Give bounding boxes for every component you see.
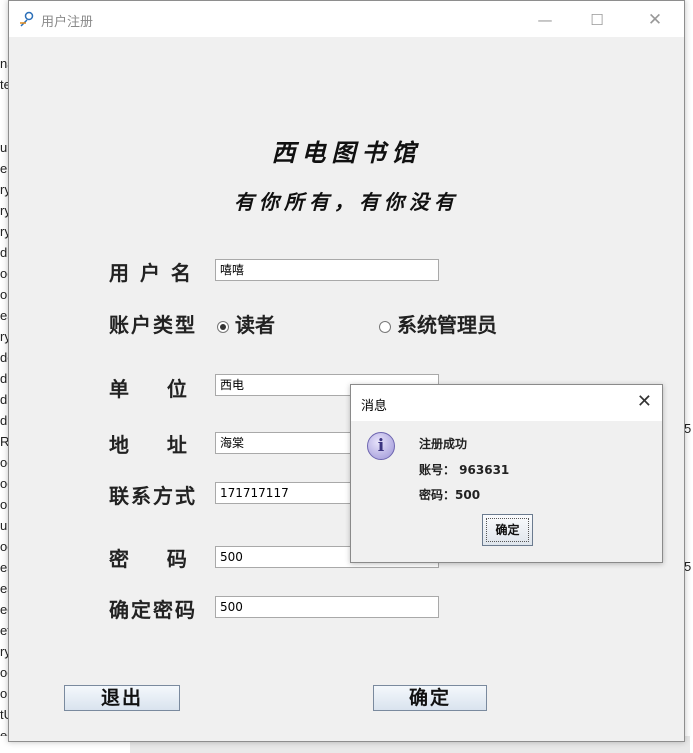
dialog-message: 注册成功 — [419, 437, 468, 451]
radio-reader-label: 读者 — [235, 313, 275, 337]
dialog-title: 消息 — [361, 399, 388, 414]
registration-window: 用户注册 — ☐ ✕ 西电图书馆 有你所有，有你没有 用 户 名 嘻嘻 账户类型… — [8, 0, 685, 742]
close-button[interactable]: ✕ — [632, 7, 678, 33]
title-bar[interactable]: 用户注册 — ☐ ✕ — [9, 1, 684, 37]
message-dialog: 消息 ✕ i 注册成功 账号： 963631 密码：500 确定 — [350, 384, 663, 563]
dialog-close-icon[interactable]: ✕ — [637, 391, 652, 412]
info-icon: i — [367, 432, 395, 460]
radio-reader[interactable]: 读者 — [217, 309, 275, 338]
address-label: 地 址 — [109, 433, 189, 457]
library-title: 西电图书馆 — [271, 138, 422, 167]
minimize-button[interactable]: — — [522, 7, 568, 33]
username-field[interactable]: 嘻嘻 — [215, 259, 439, 281]
username-label: 用 户 名 — [109, 261, 193, 285]
app-icon — [20, 11, 34, 27]
password-label: 密 码 — [109, 547, 189, 571]
dialog-title-bar[interactable]: 消息 ✕ — [351, 385, 662, 421]
confirm-password-field[interactable]: 500 — [215, 596, 439, 618]
dialog-account: 账号： 963631 — [419, 463, 510, 477]
dialog-password: 密码：500 — [419, 488, 481, 502]
background-fragment: u — [0, 140, 8, 155]
unit-label: 单 位 — [109, 377, 189, 401]
dialog-ok-button[interactable]: 确定 — [482, 514, 533, 546]
radio-admin[interactable]: 系统管理员 — [379, 309, 497, 338]
confirm-password-label: 确定密码 — [109, 598, 197, 622]
background-fragment: 5 — [684, 421, 692, 436]
maximize-button[interactable]: ☐ — [574, 7, 620, 33]
contact-label: 联系方式 — [109, 484, 197, 508]
confirm-button[interactable]: 确定 — [373, 685, 487, 711]
radio-admin-label: 系统管理员 — [397, 313, 497, 337]
window-title: 用户注册 — [41, 15, 94, 30]
account-type-label: 账户类型 — [109, 313, 197, 337]
library-slogan: 有你所有，有你没有 — [234, 190, 459, 214]
background-fragment: 5 — [684, 559, 692, 574]
exit-button[interactable]: 退出 — [64, 685, 180, 711]
radio-reader-indicator[interactable] — [217, 320, 229, 333]
background-fragment: e — [0, 161, 8, 176]
radio-admin-indicator[interactable] — [379, 320, 391, 333]
